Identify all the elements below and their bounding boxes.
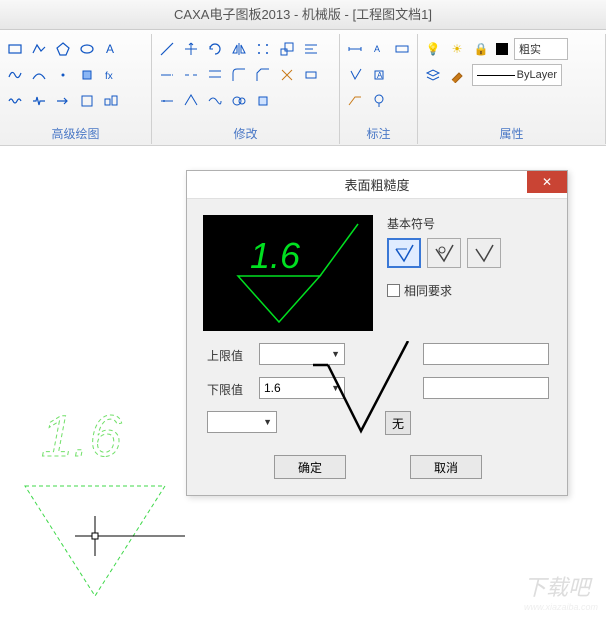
lower-limit-label: 下限值: [207, 381, 243, 398]
extra-combo[interactable]: ▼: [207, 411, 277, 433]
ribbon: A fx 高级绘图: [0, 30, 606, 146]
same-requirement-label: 相同要求: [404, 282, 452, 299]
ribbon-group-properties-label: 属性: [424, 123, 599, 144]
ribbon-group-modify: 修改: [152, 34, 340, 144]
scale-icon[interactable]: [278, 40, 296, 58]
color-swatch[interactable]: [496, 43, 508, 55]
move-icon[interactable]: [182, 40, 200, 58]
polygon-icon[interactable]: [54, 40, 72, 58]
basic-symbol-label: 基本符号: [387, 215, 553, 232]
rotate-icon[interactable]: [206, 40, 224, 58]
lightbulb-icon[interactable]: 💡: [424, 40, 442, 58]
same-requirement-checkbox[interactable]: 相同要求: [387, 282, 553, 299]
spline-icon[interactable]: [6, 66, 24, 84]
leader-icon[interactable]: [346, 92, 364, 110]
watermark-text: 下载吧: [524, 570, 598, 602]
dialog-titlebar[interactable]: 表面粗糙度 ✕: [187, 171, 567, 199]
svg-text:A: A: [106, 42, 114, 56]
roughness-dialog: 表面粗糙度 ✕ 1.6 基本符号: [186, 170, 568, 496]
sun-icon[interactable]: ☀: [448, 40, 466, 58]
upper-text-field[interactable]: [423, 343, 549, 365]
ribbon-group-properties: 💡 ☀ 🔒 粗实 ByLayer 属性: [418, 34, 606, 144]
ok-button[interactable]: 确定: [274, 455, 346, 479]
tool-mod-5-icon[interactable]: [254, 92, 272, 110]
offset-icon[interactable]: [206, 66, 224, 84]
cancel-button[interactable]: 取消: [410, 455, 482, 479]
ribbon-group-annotate: A A 标注: [340, 34, 418, 144]
dim-tol-icon[interactable]: [393, 40, 411, 58]
trim-icon[interactable]: [158, 40, 176, 58]
upper-limit-label: 上限值: [207, 347, 243, 364]
cancel-label: 取消: [434, 459, 458, 476]
tool-mod-4-icon[interactable]: [230, 92, 248, 110]
roughness-icon[interactable]: [346, 66, 364, 84]
parts-icon[interactable]: [102, 92, 120, 110]
svg-text:1.6: 1.6: [41, 404, 122, 469]
ribbon-group-drawing: A fx 高级绘图: [0, 34, 152, 144]
fillet-icon[interactable]: [230, 66, 248, 84]
linetype-value: ByLayer: [517, 69, 557, 81]
rectangle-icon[interactable]: [6, 40, 24, 58]
window-titlebar: CAXA电子图板2013 - 机械版 - [工程图文档1]: [0, 0, 606, 30]
preview-panel: 1.6: [203, 215, 373, 331]
preview-value: 1.6: [250, 235, 301, 276]
watermark: 下载吧 www.xiazaiba.com: [524, 570, 598, 612]
mirror-icon[interactable]: [230, 40, 248, 58]
arc-spline-icon[interactable]: [30, 66, 48, 84]
dim-text-icon[interactable]: A: [370, 40, 388, 58]
ribbon-group-modify-label: 修改: [158, 123, 333, 144]
lower-limit-value: 1.6: [264, 381, 281, 395]
close-icon: ✕: [542, 175, 552, 189]
linetype-combo[interactable]: ByLayer: [472, 64, 562, 86]
point-icon[interactable]: [54, 66, 72, 84]
svg-text:A: A: [377, 71, 383, 80]
formula-icon[interactable]: fx: [102, 66, 120, 84]
svg-text:A: A: [374, 44, 380, 54]
symbol-no-removal-button[interactable]: [467, 238, 501, 268]
extend-icon[interactable]: [158, 66, 176, 84]
svg-text:fx: fx: [105, 71, 113, 82]
chevron-down-icon: ▼: [263, 417, 272, 427]
array-icon[interactable]: [254, 40, 272, 58]
datum-icon[interactable]: A: [370, 66, 388, 84]
lineweight-combo[interactable]: 粗实: [514, 38, 568, 60]
placed-roughness-symbol: 1.6: [15, 396, 195, 606]
arrow-icon[interactable]: [54, 92, 72, 110]
tool-mod-2-icon[interactable]: [182, 92, 200, 110]
ok-label: 确定: [298, 459, 322, 476]
close-button[interactable]: ✕: [527, 171, 567, 193]
fill-icon[interactable]: [78, 66, 96, 84]
ribbon-group-annotate-label: 标注: [346, 123, 411, 144]
dim-linear-icon[interactable]: [346, 40, 364, 58]
none-button[interactable]: 无: [385, 411, 411, 435]
tool-mod-1-icon[interactable]: [158, 92, 176, 110]
match-icon[interactable]: [448, 66, 466, 84]
layer-icon[interactable]: [424, 66, 442, 84]
polyline-icon[interactable]: [30, 40, 48, 58]
ellipse-icon[interactable]: [78, 40, 96, 58]
symbol-basic-button[interactable]: [387, 238, 421, 268]
ribbon-group-drawing-label: 高级绘图: [6, 123, 145, 144]
chamfer-icon[interactable]: [254, 66, 272, 84]
tool-mod-3-icon[interactable]: [206, 92, 224, 110]
stretch2-icon[interactable]: [302, 66, 320, 84]
watermark-url: www.xiazaiba.com: [524, 602, 598, 612]
window-title: CAXA电子图板2013 - 机械版 - [工程图文档1]: [174, 7, 432, 22]
linetype-preview: [477, 75, 515, 76]
none-label: 无: [392, 415, 404, 432]
explode-icon[interactable]: [278, 66, 296, 84]
heartbeat-icon[interactable]: [30, 92, 48, 110]
symbol-material-removed-button[interactable]: [427, 238, 461, 268]
text-icon[interactable]: A: [102, 40, 120, 58]
block-icon[interactable]: [78, 92, 96, 110]
lineweight-value: 粗实: [519, 41, 541, 57]
wave-icon[interactable]: [6, 92, 24, 110]
break2-icon[interactable]: [182, 66, 200, 84]
dialog-title: 表面粗糙度: [344, 175, 409, 194]
lock-icon[interactable]: 🔒: [472, 40, 490, 58]
checkbox-icon: [387, 284, 400, 297]
lower-text-field[interactable]: [423, 377, 549, 399]
align-icon[interactable]: [302, 40, 320, 58]
balloon-icon[interactable]: [370, 92, 388, 110]
